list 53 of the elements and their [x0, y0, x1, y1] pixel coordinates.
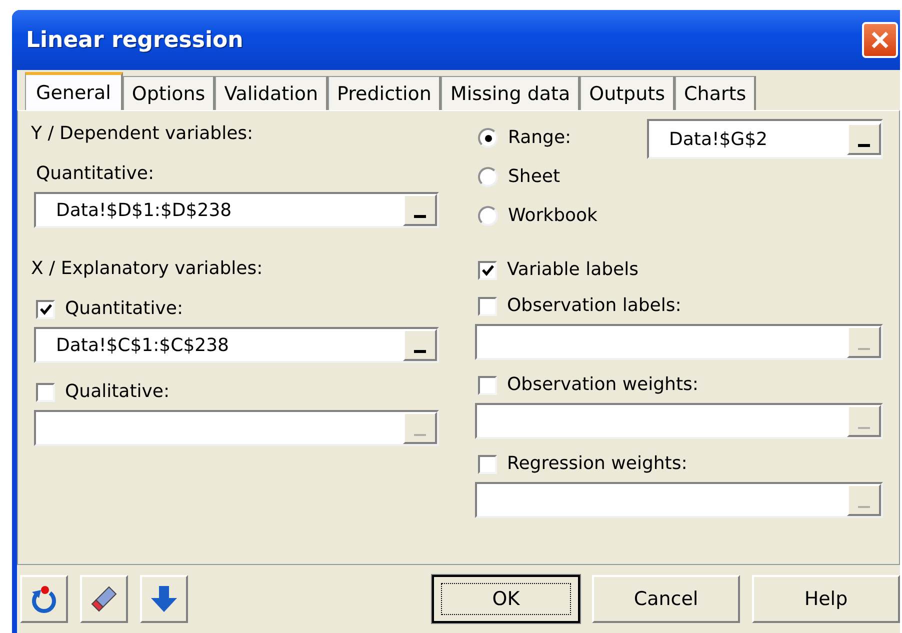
range-picker-button[interactable]: [403, 329, 437, 361]
range-picker-button[interactable]: [847, 123, 881, 155]
reset-button[interactable]: [20, 575, 68, 623]
range-picker-button[interactable]: [403, 194, 437, 226]
tab[interactable]: Options: [122, 76, 216, 110]
checkbox[interactable]: [478, 260, 497, 280]
field-label: Quantitative:: [36, 163, 156, 185]
radio-button[interactable]: [478, 167, 498, 187]
radio-button[interactable]: [478, 128, 498, 148]
tab[interactable]: Prediction: [328, 76, 442, 110]
range-field[interactable]: [475, 324, 883, 360]
radio-button[interactable]: [478, 206, 498, 226]
range-field[interactable]: [475, 403, 883, 439]
field-value: Data!$D$1:$D$238: [55, 200, 233, 220]
reset-icon: [29, 584, 59, 614]
tab[interactable]: General: [25, 72, 123, 110]
tab[interactable]: Charts: [675, 76, 756, 110]
dialog-button[interactable]: Cancel: [592, 575, 740, 623]
checkbox-label: Observation weights:: [507, 374, 698, 396]
eraser-button[interactable]: [80, 575, 128, 623]
section-heading: Y / Dependent variables:: [31, 123, 254, 145]
down-arrow-button[interactable]: [140, 575, 188, 623]
tab[interactable]: Outputs: [580, 76, 676, 110]
checkbox-label: Observation labels:: [507, 295, 682, 317]
checkbox[interactable]: [478, 454, 497, 474]
dialog-button[interactable]: Help: [752, 575, 900, 623]
checkbox[interactable]: [36, 300, 55, 318]
field-value: Data!$G$2: [668, 128, 768, 150]
section-heading: X / Explanatory variables:: [31, 258, 264, 280]
dialog-button[interactable]: OK: [432, 575, 580, 623]
radio-label: Workbook: [508, 205, 598, 227]
checkbox-label: Quantitative:: [65, 298, 184, 320]
down-arrow-icon: [149, 584, 179, 614]
checkbox-label: Qualitative:: [65, 381, 170, 403]
window-title: Linear regression: [25, 28, 244, 52]
field-value: Data!$C$1:$C$238: [55, 334, 230, 356]
close-icon: [869, 29, 891, 51]
range-field[interactable]: Data!$C$1:$C$238: [34, 327, 439, 363]
range-field[interactable]: Data!$G$2: [647, 119, 883, 159]
tab[interactable]: Missing data: [441, 76, 580, 110]
close-button[interactable]: [862, 22, 898, 58]
range-field[interactable]: Data!$D$1:$D$238: [34, 192, 439, 228]
radio-label: Sheet: [508, 166, 560, 188]
range-field[interactable]: [34, 410, 439, 446]
range-field[interactable]: [475, 482, 883, 518]
checkbox-label: Regression weights:: [507, 453, 688, 475]
checkbox-label: Variable labels: [507, 259, 639, 281]
radio-label: Range:: [508, 127, 572, 149]
checkbox[interactable]: [478, 296, 497, 316]
tab[interactable]: Validation: [215, 76, 328, 110]
checkbox[interactable]: [478, 376, 497, 394]
checkbox[interactable]: [36, 382, 55, 402]
eraser-icon: [89, 584, 119, 614]
